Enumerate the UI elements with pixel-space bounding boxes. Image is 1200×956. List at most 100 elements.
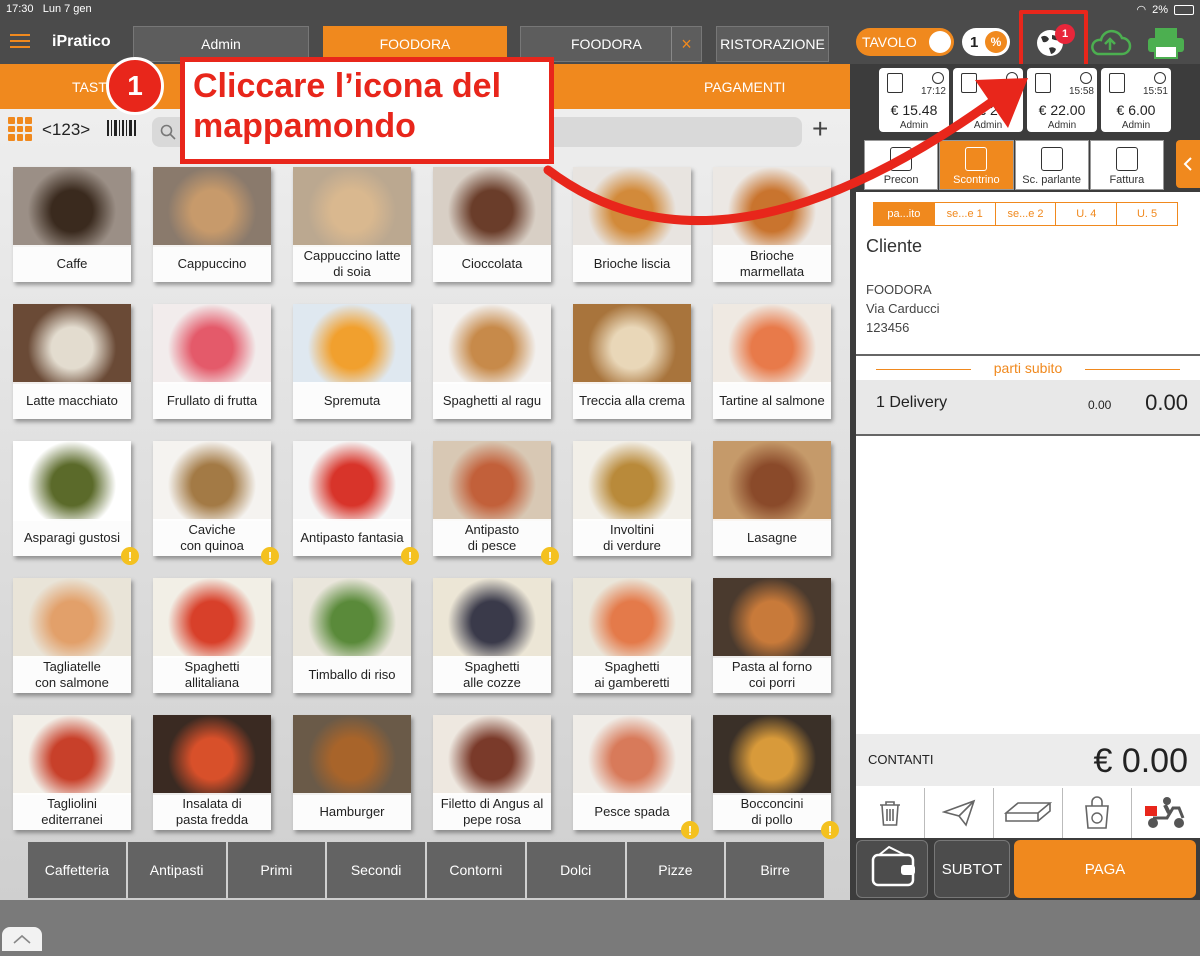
grid-icon[interactable]	[8, 117, 32, 141]
recent-receipt-card[interactable]: 15:51 € 6.00 Admin	[1101, 68, 1171, 132]
receipt-subtab[interactable]: U. 5	[1117, 203, 1177, 225]
printer-icon[interactable]	[1146, 26, 1186, 60]
doc-tab[interactable]: Fattura	[1089, 140, 1164, 190]
product-card[interactable]: Cappuccino	[153, 167, 271, 282]
side-arrow-icon[interactable]	[1176, 140, 1200, 188]
product-card[interactable]: Brioche marmellata	[713, 167, 831, 282]
product-card[interactable]: Spremuta	[293, 304, 411, 419]
category-button[interactable]: Secondi	[327, 842, 425, 898]
product-card[interactable]: Caffe	[13, 167, 131, 282]
cliente-heading[interactable]: Cliente	[866, 236, 922, 257]
trash-icon[interactable]	[856, 788, 924, 838]
category-button[interactable]: Contorni	[427, 842, 525, 898]
product-card[interactable]: Spaghetti al ragu	[433, 304, 551, 419]
clear-icon[interactable]: ×	[671, 27, 701, 61]
doc-tab[interactable]: Precon	[864, 140, 939, 190]
product-card[interactable]: Hamburger	[293, 715, 411, 830]
order-panel: 17:12 € 15.48 Admin € 2 Admin 15:58 € 22.00 Adm…	[850, 64, 1200, 900]
product-card[interactable]: Tartine al salmone	[713, 304, 831, 419]
category-button[interactable]: Antipasti	[127, 842, 226, 898]
warning-icon: !	[821, 821, 839, 839]
payment-method[interactable]: CONTANTI	[868, 752, 933, 767]
divider	[856, 354, 1200, 356]
category-button[interactable]: Pizze	[626, 842, 725, 898]
category-button[interactable]: Caffetteria	[28, 842, 126, 898]
product-label: Treccia alla crema	[573, 382, 691, 419]
receipt-time: 15:58	[1068, 86, 1094, 97]
pager[interactable]: <123>	[42, 120, 90, 140]
document-icon	[1035, 73, 1051, 93]
tavolo-toggle[interactable]: TAVOLO	[856, 28, 954, 56]
product-card[interactable]: Spaghetti ai gamberetti	[573, 578, 691, 693]
product-card[interactable]: Cappuccino latte di soia	[293, 167, 411, 282]
pay-button[interactable]: PAGA	[1014, 840, 1196, 898]
subtotal-button[interactable]: SUBTOT	[934, 840, 1010, 898]
product-label: Spaghetti allitaliana	[153, 656, 271, 693]
product-card[interactable]: Frullato di frutta	[153, 304, 271, 419]
product-card[interactable]: Pesce spada!	[573, 715, 699, 839]
category-button[interactable]: Primi	[227, 842, 326, 898]
doc-tab[interactable]: Sc. parlante	[1014, 140, 1089, 190]
product-card[interactable]: Insalata di pasta fredda	[153, 715, 271, 830]
product-card[interactable]: Timballo di riso	[293, 578, 411, 693]
send-icon[interactable]	[925, 788, 993, 838]
product-card[interactable]: Involtini di verdure	[573, 441, 691, 556]
product-card[interactable]: Treccia alla crema	[573, 304, 691, 419]
product-image	[713, 167, 831, 247]
mode-button[interactable]: RISTORAZIONE	[716, 26, 829, 62]
covers-count: 1	[970, 33, 979, 51]
product-image	[433, 715, 551, 795]
product-card[interactable]: Tagliatelle con salmone	[13, 578, 131, 693]
cloud-upload-icon[interactable]	[1088, 28, 1132, 58]
product-image	[153, 578, 271, 658]
order-line[interactable]: 1 Delivery 0.00 0.00	[856, 380, 1200, 434]
product-card[interactable]: Spaghetti allitaliana	[153, 578, 271, 693]
receipt-subtab[interactable]: se...e 1	[935, 203, 996, 225]
product-card[interactable]: Latte macchiato	[13, 304, 131, 419]
product-card[interactable]: Antipasto di pesce!	[433, 441, 559, 565]
tab-pagamenti[interactable]: PAGAMENTI	[704, 64, 785, 109]
app-logo: iPratico	[52, 33, 111, 50]
receipt-subtab[interactable]: se...e 2	[996, 203, 1057, 225]
product-card[interactable]: Bocconcini di pollo!	[713, 715, 839, 839]
barcode-icon[interactable]	[106, 118, 138, 144]
product-card[interactable]: Pasta al forno coi porri	[713, 578, 831, 693]
product-label: Antipasto fantasia	[293, 519, 411, 556]
doc-tab[interactable]: Scontrino	[939, 140, 1014, 190]
product-card[interactable]: Spaghetti alle cozze	[433, 578, 551, 693]
drawer-icon[interactable]	[994, 788, 1062, 838]
product-card[interactable]: Tagliolini editerranei	[13, 715, 131, 830]
toggle-knob	[929, 31, 951, 53]
product-card[interactable]: Asparagi gustosi!	[13, 441, 139, 565]
recent-receipt-card[interactable]: € 2 Admin	[953, 68, 1023, 132]
receipt-subtab[interactable]: pa...ito	[874, 203, 935, 225]
receipt-subtab[interactable]: U. 4	[1056, 203, 1118, 225]
wallet-button[interactable]	[856, 840, 928, 898]
category-button[interactable]: Dolci	[526, 842, 625, 898]
warning-icon: !	[541, 547, 559, 565]
tab-tasti[interactable]: TASTI	[72, 64, 111, 109]
product-card[interactable]: Lasagne	[713, 441, 831, 556]
product-card[interactable]: Cioccolata	[433, 167, 551, 282]
product-label: Antipasto di pesce	[433, 519, 551, 556]
add-icon[interactable]: +	[812, 115, 828, 143]
recent-receipt-card[interactable]: 17:12 € 15.48 Admin	[879, 68, 949, 132]
product-image	[153, 715, 271, 795]
product-card[interactable]: Antipasto fantasia!	[293, 441, 419, 565]
product-card[interactable]: Filetto di Angus al pepe rosa	[433, 715, 551, 830]
product-card[interactable]: Brioche liscia	[573, 167, 691, 282]
chevron-up-icon[interactable]	[2, 927, 42, 951]
recent-receipt-card[interactable]: 15:58 € 22.00 Admin	[1027, 68, 1097, 132]
delivery-scooter-icon[interactable]	[1132, 788, 1200, 838]
menu-icon[interactable]	[10, 34, 30, 48]
product-card[interactable]: Caviche con quinoa!	[153, 441, 279, 565]
product-image	[153, 167, 271, 247]
product-label: Frullato di frutta	[153, 382, 271, 419]
covers-counter[interactable]: 1%	[962, 28, 1010, 56]
category-button[interactable]: Birre	[726, 842, 824, 898]
takeaway-bag-icon[interactable]	[1063, 788, 1131, 838]
doc-tab-label: Fattura	[1109, 174, 1145, 186]
product-label: Brioche liscia	[573, 245, 691, 282]
product-label: Brioche marmellata	[713, 245, 831, 282]
clock-icon	[1080, 72, 1092, 84]
